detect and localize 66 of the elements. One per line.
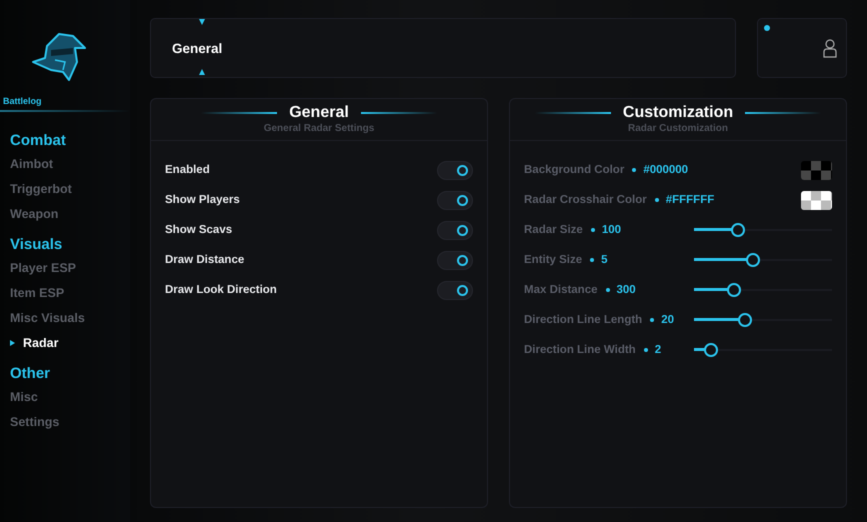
toggle-switch[interactable] — [437, 220, 473, 240]
sidebar-item[interactable]: Triggerbot — [10, 182, 72, 196]
triangle-icon — [10, 340, 15, 346]
page-title: General — [172, 40, 222, 56]
setting-label: Max Distance — [524, 284, 598, 296]
setting-value: #000000 — [643, 164, 688, 176]
bullet-icon — [644, 348, 648, 352]
sidebar-item[interactable]: Radar — [10, 336, 58, 350]
toggle-switch[interactable] — [437, 190, 473, 210]
setting-value: 5 — [601, 254, 608, 266]
sidebar-item[interactable]: Item ESP — [10, 286, 64, 300]
setting-value: 20 — [661, 314, 674, 326]
setting-label: Entity Size — [524, 254, 582, 266]
panel-title: General — [289, 104, 349, 122]
user-icon[interactable] — [822, 38, 838, 58]
slider-thumb[interactable] — [704, 343, 718, 357]
triangle-up-icon — [199, 69, 205, 75]
toggle-switch[interactable] — [437, 280, 473, 300]
setting-label: Radar Crosshair Color — [524, 194, 647, 206]
slider-thumb[interactable] — [738, 313, 752, 327]
bullet-icon — [654, 198, 659, 202]
nav-section-heading: Visuals — [10, 236, 62, 253]
setting-value: 300 — [616, 284, 636, 296]
sidebar-item[interactable]: Aimbot — [10, 157, 54, 171]
slider-track[interactable] — [694, 343, 832, 357]
bullet-icon — [650, 318, 654, 322]
setting-value: 2 — [654, 344, 662, 356]
setting-value: 100 — [602, 224, 621, 236]
nav-section-heading: Other — [10, 365, 50, 382]
sidebar-item[interactable]: Player ESP — [10, 261, 76, 275]
slider-track[interactable] — [694, 253, 832, 267]
sidebar-item[interactable]: Weapon — [10, 207, 58, 221]
slider-thumb[interactable] — [746, 253, 760, 267]
panel-title: Customization — [622, 104, 734, 122]
slider-track[interactable] — [694, 313, 832, 327]
bullet-icon — [632, 168, 636, 172]
color-swatch[interactable] — [801, 160, 832, 180]
nav-section-heading: Combat — [10, 132, 66, 149]
panel-subtitle: Radar Customization — [628, 123, 728, 134]
setting-label: Show Scavs — [165, 224, 232, 236]
toggle-switch[interactable] — [437, 250, 473, 270]
setting-label: Background Color — [524, 164, 624, 176]
slider-thumb[interactable] — [731, 223, 746, 237]
panel-subtitle: General Radar Settings — [264, 123, 374, 134]
brand-label: Battlelog — [3, 96, 42, 106]
bullet-icon — [590, 258, 594, 262]
slider-track[interactable] — [694, 223, 832, 237]
setting-label: Enabled — [165, 164, 210, 176]
setting-label: Direction Line Length — [524, 314, 642, 326]
bullet-icon — [606, 288, 610, 292]
sidebar-item[interactable]: Misc Visuals — [10, 311, 85, 325]
setting-value: #FFFFFF — [666, 194, 714, 206]
setting-label: Direction Line Width — [524, 344, 636, 356]
sidebar-item[interactable]: Misc — [10, 390, 38, 404]
setting-label: Show Players — [165, 194, 240, 206]
status-dot-icon — [764, 25, 770, 31]
setting-label: Draw Look Direction — [165, 284, 277, 296]
slider-thumb[interactable] — [727, 283, 742, 297]
color-swatch[interactable] — [801, 190, 832, 210]
toggle-switch[interactable] — [437, 160, 473, 180]
setting-label: Radar Size — [524, 224, 583, 236]
sidebar-item[interactable]: Settings — [10, 415, 60, 429]
setting-label: Draw Distance — [165, 254, 244, 266]
bullet-icon — [590, 228, 595, 232]
slider-track[interactable] — [694, 283, 832, 297]
triangle-down-icon — [199, 19, 205, 25]
